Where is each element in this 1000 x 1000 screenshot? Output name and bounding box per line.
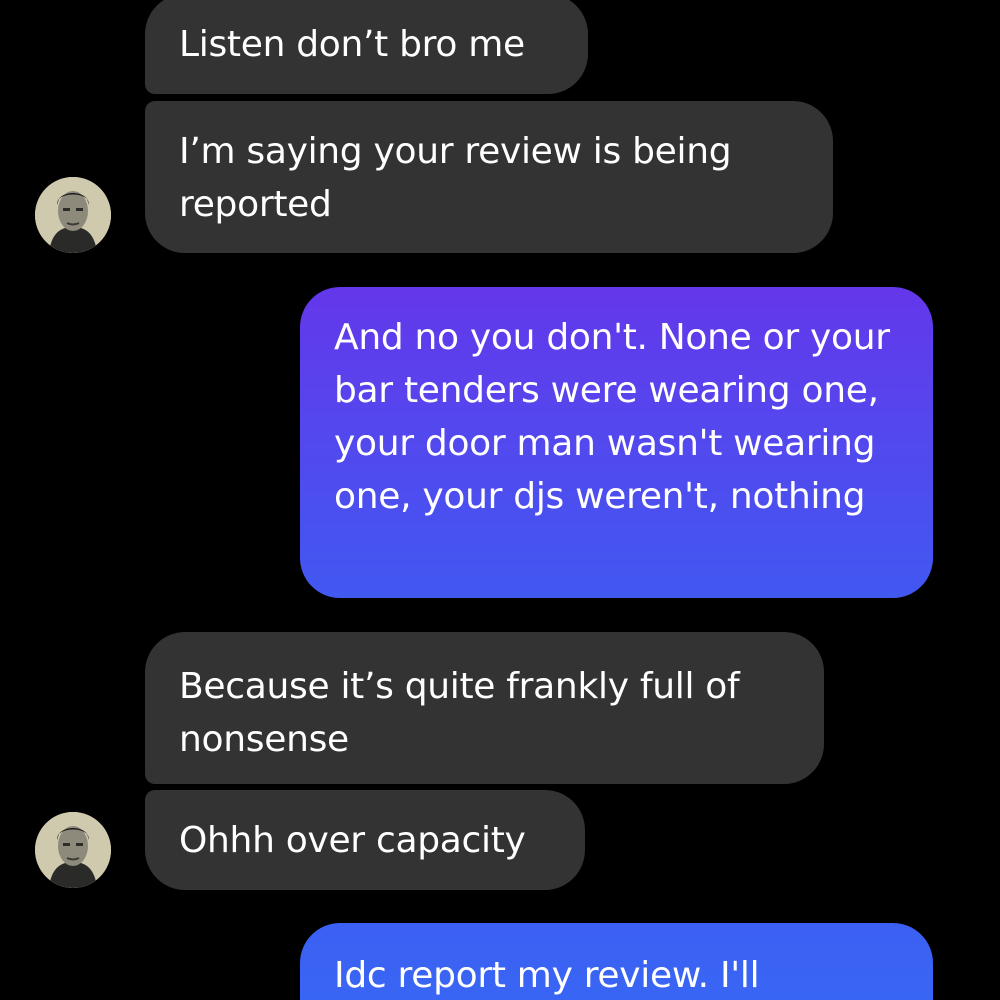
message-text: And no you don't. None or your bar tende… — [334, 317, 890, 517]
contact-avatar[interactable] — [35, 177, 111, 253]
message-bubble-received[interactable]: I’m saying your review is being reported — [145, 101, 833, 253]
message-text: Idc report my review. I'll — [334, 955, 760, 996]
message-text: Because it’s quite frankly full of nonse… — [179, 666, 740, 760]
avatar-photo-icon — [35, 177, 111, 253]
message-bubble-sent[interactable]: And no you don't. None or your bar tende… — [300, 287, 933, 598]
chat-thread: Listen don’t bro me I’m saying your revi… — [0, 0, 1000, 1000]
message-bubble-received[interactable]: Ohhh over capacity — [145, 790, 585, 890]
contact-avatar[interactable] — [35, 812, 111, 888]
message-bubble-received[interactable]: Because it’s quite frankly full of nonse… — [145, 632, 824, 784]
message-text: I’m saying your review is being reported — [179, 131, 732, 225]
avatar-photo-icon — [35, 812, 111, 888]
message-bubble-sent[interactable]: Idc report my review. I'll — [300, 923, 933, 1000]
message-text: Listen don’t bro me — [179, 24, 525, 65]
message-bubble-received[interactable]: Listen don’t bro me — [145, 0, 588, 94]
message-text: Ohhh over capacity — [179, 820, 526, 861]
